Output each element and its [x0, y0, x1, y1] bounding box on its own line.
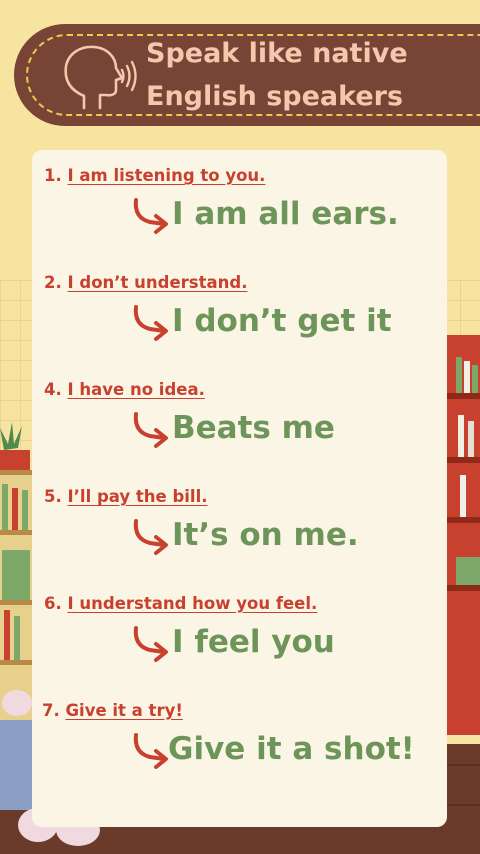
phrase-item: 1. I am listening to you. I am all ears.	[32, 150, 447, 257]
phrase-text: I have no idea.	[67, 380, 205, 399]
curved-arrow-icon	[133, 733, 168, 769]
phrase-number: 1.	[44, 166, 62, 185]
title-line-2: English speakers	[146, 81, 404, 112]
page-title: Speak like native English speakers	[146, 32, 466, 118]
phrases-card: 1. I am listening to you. I am all ears.…	[32, 150, 447, 827]
curved-arrow-icon	[133, 519, 168, 555]
phrase-text: I am listening to you.	[67, 166, 266, 185]
bookshelf-right	[442, 335, 480, 735]
phrase-item: 6. I understand how you feel. I feel you	[32, 578, 447, 685]
native-phrase: I don’t get it	[172, 303, 392, 339]
phrase-text: I understand how you feel.	[67, 594, 318, 613]
phrase-item: 5. I’ll pay the bill. It’s on me.	[32, 471, 447, 578]
curved-arrow-icon	[133, 305, 168, 341]
phrase-item: 2. I don’t understand. I don’t get it	[32, 257, 447, 364]
phrase-text: Give it a try!	[65, 701, 183, 720]
phrase-item: 4. I have no idea. Beats me	[32, 364, 447, 471]
native-phrase: It’s on me.	[172, 517, 359, 553]
native-phrase: I feel you	[172, 624, 335, 660]
curved-arrow-icon	[133, 412, 168, 448]
native-phrase: I am all ears.	[172, 196, 399, 232]
phrase-number: 6.	[44, 594, 62, 613]
phrase-text: I don’t understand.	[67, 273, 248, 292]
phrase-number: 4.	[44, 380, 62, 399]
phrase-item: 7. Give it a try! Give it a shot!	[32, 685, 447, 792]
speaking-head-icon	[64, 45, 137, 110]
native-phrase: Give it a shot!	[168, 731, 415, 767]
plant-icon	[0, 422, 30, 470]
curved-arrow-icon	[133, 626, 168, 662]
phrase-number: 5.	[44, 487, 62, 506]
phrase-number: 7.	[42, 701, 60, 720]
title-line-1: Speak like native	[146, 38, 408, 69]
native-phrase: Beats me	[172, 410, 335, 446]
phrase-text: I’ll pay the bill.	[67, 487, 208, 506]
phrase-number: 2.	[44, 273, 62, 292]
curved-arrow-icon	[133, 198, 168, 234]
paper-ball	[2, 690, 32, 716]
